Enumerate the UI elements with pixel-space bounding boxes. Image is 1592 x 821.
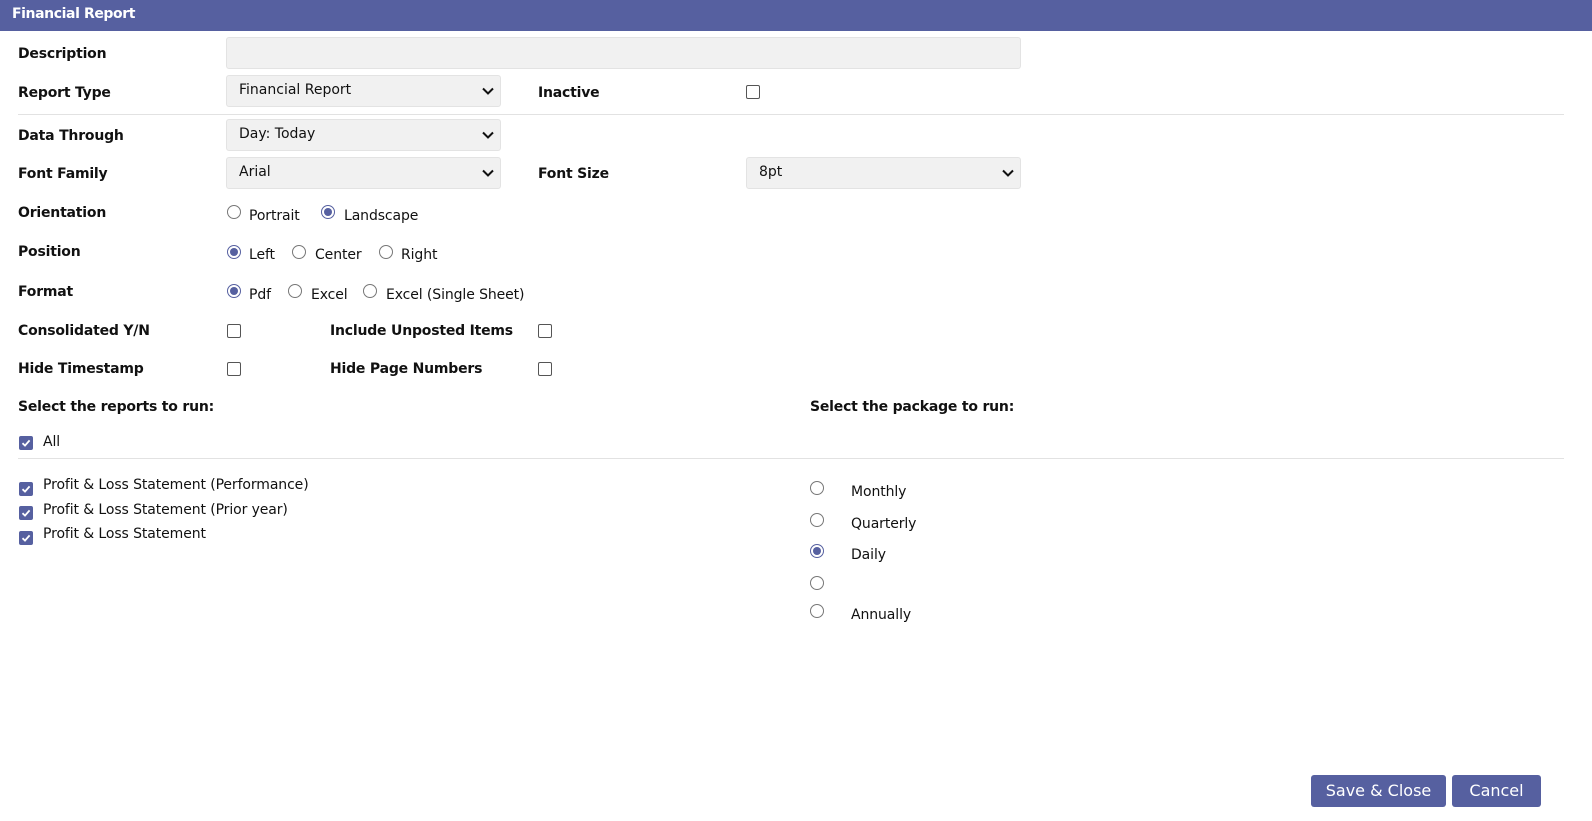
data-through-select[interactable]: Day: Today xyxy=(226,119,501,151)
format-label: Format xyxy=(18,284,74,300)
format-excel-radio[interactable] xyxy=(288,284,302,298)
package-daily-radio[interactable] xyxy=(810,544,824,558)
cancel-button[interactable]: Cancel xyxy=(1452,775,1541,807)
chevron-down-icon xyxy=(1002,169,1014,177)
check-icon xyxy=(21,439,31,447)
data-through-label: Data Through xyxy=(18,128,124,144)
format-pdf-label: Pdf xyxy=(249,287,271,303)
report-type-value: Financial Report xyxy=(239,82,352,98)
font-family-value: Arial xyxy=(239,164,271,180)
format-pdf-radio[interactable] xyxy=(227,284,241,298)
format-excel-single-sheet-label: Excel (Single Sheet) xyxy=(386,287,525,303)
window-title: Financial Report xyxy=(12,6,136,22)
description-label: Description xyxy=(18,46,107,62)
package-annually-radio[interactable] xyxy=(810,604,824,618)
orientation-label: Orientation xyxy=(18,205,107,221)
check-icon xyxy=(21,509,31,517)
package-heading: Select the package to run: xyxy=(810,399,1015,415)
check-icon xyxy=(21,534,31,542)
package-daily-label: Daily xyxy=(851,547,886,563)
font-family-select[interactable]: Arial xyxy=(226,157,501,189)
package-annually-label: Annually xyxy=(851,607,912,623)
include-unposted-checkbox[interactable] xyxy=(538,324,552,338)
font-size-select[interactable]: 8pt xyxy=(746,157,1021,189)
orientation-portrait-radio[interactable] xyxy=(227,205,241,219)
consolidated-checkbox[interactable] xyxy=(227,324,241,338)
hide-timestamp-checkbox[interactable] xyxy=(227,362,241,376)
package-monthly-radio[interactable] xyxy=(810,481,824,495)
font-size-value: 8pt xyxy=(759,164,783,180)
hide-timestamp-label: Hide Timestamp xyxy=(18,361,144,377)
divider xyxy=(18,114,1564,115)
reports-heading: Select the reports to run: xyxy=(18,399,215,415)
report-label-pl-performance: Profit & Loss Statement (Performance) xyxy=(43,477,309,493)
package-monthly-label: Monthly xyxy=(851,484,907,500)
report-checkbox-pl-prior-year[interactable] xyxy=(19,506,33,520)
report-type-select[interactable]: Financial Report xyxy=(226,75,501,107)
report-type-label: Report Type xyxy=(18,85,111,101)
orientation-portrait-label: Portrait xyxy=(249,208,300,224)
format-excel-label: Excel xyxy=(311,287,348,303)
chevron-down-icon xyxy=(482,87,494,95)
orientation-landscape-radio[interactable] xyxy=(321,205,335,219)
format-excel-single-sheet-radio[interactable] xyxy=(363,284,377,298)
inactive-checkbox[interactable] xyxy=(746,85,760,99)
description-input[interactable] xyxy=(226,37,1021,69)
position-right-radio[interactable] xyxy=(379,245,393,259)
save-close-button[interactable]: Save & Close xyxy=(1311,775,1446,807)
divider xyxy=(18,458,1564,459)
hide-page-numbers-label: Hide Page Numbers xyxy=(330,361,483,377)
report-checkbox-pl-statement[interactable] xyxy=(19,531,33,545)
chevron-down-icon xyxy=(482,131,494,139)
report-checkbox-pl-performance[interactable] xyxy=(19,482,33,496)
inactive-label: Inactive xyxy=(538,85,600,101)
font-family-label: Font Family xyxy=(18,166,108,182)
all-label: All xyxy=(43,434,61,450)
position-right-label: Right xyxy=(401,247,438,263)
package-unnamed-radio[interactable] xyxy=(810,576,824,590)
title-bar: Financial Report xyxy=(0,0,1592,31)
data-through-value: Day: Today xyxy=(239,126,316,142)
include-unposted-label: Include Unposted Items xyxy=(330,323,513,339)
consolidated-label: Consolidated Y/N xyxy=(18,323,150,339)
position-center-label: Center xyxy=(315,247,362,263)
report-label-pl-statement: Profit & Loss Statement xyxy=(43,526,206,542)
package-quarterly-label: Quarterly xyxy=(851,516,917,532)
position-left-label: Left xyxy=(249,247,275,263)
hide-page-numbers-checkbox[interactable] xyxy=(538,362,552,376)
position-label: Position xyxy=(18,244,81,260)
package-quarterly-radio[interactable] xyxy=(810,513,824,527)
check-icon xyxy=(21,485,31,493)
report-label-pl-prior-year: Profit & Loss Statement (Prior year) xyxy=(43,502,288,518)
font-size-label: Font Size xyxy=(538,166,609,182)
position-center-radio[interactable] xyxy=(292,245,306,259)
orientation-landscape-label: Landscape xyxy=(344,208,419,224)
position-left-radio[interactable] xyxy=(227,245,241,259)
chevron-down-icon xyxy=(482,169,494,177)
all-checkbox[interactable] xyxy=(19,436,33,450)
